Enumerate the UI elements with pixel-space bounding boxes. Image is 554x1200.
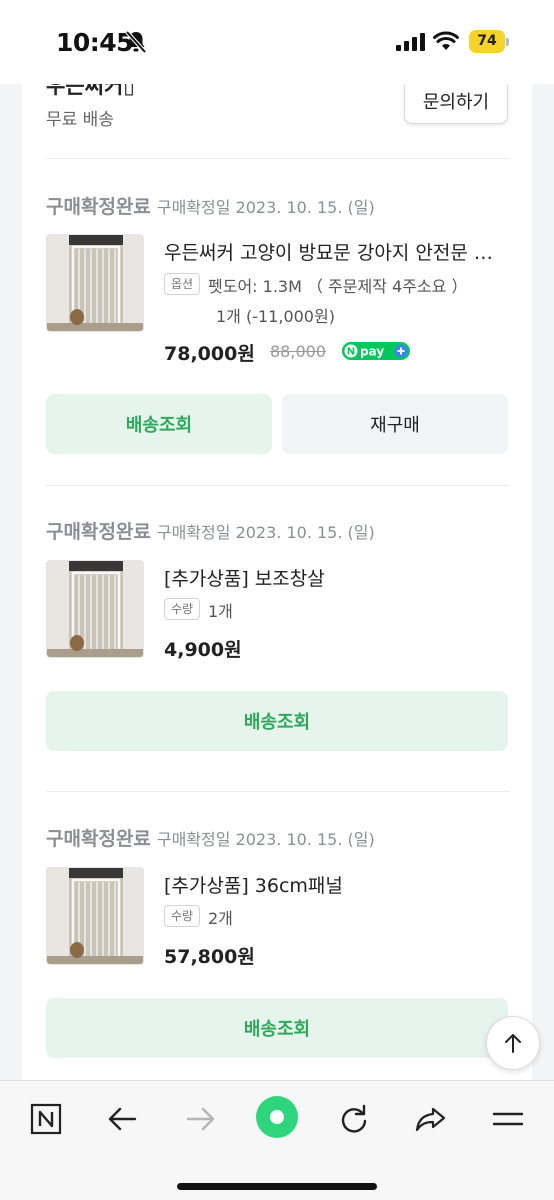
n-logo-icon[interactable] (24, 1097, 68, 1141)
seller-name: 우든써커▯ (46, 84, 135, 98)
home-circle-icon[interactable] (255, 1095, 299, 1139)
scroll-to-top-button[interactable] (486, 1016, 540, 1070)
product-thumbnail[interactable] (46, 867, 144, 965)
arrow-up-icon (505, 1034, 521, 1053)
share-icon[interactable] (409, 1097, 453, 1141)
product-price: 78,000원 (164, 343, 255, 365)
product-name[interactable]: 우든써커 고양이 방묘문 강아지 안전문 방묘문 펫도어 (164, 238, 510, 265)
browser-toolbar (0, 1080, 554, 1200)
pet-gate-image (47, 235, 143, 331)
rebuy-button[interactable]: 재구매 (282, 394, 508, 454)
pet-gate-image (47, 561, 143, 657)
shipping-info: 무료 배송 (46, 110, 114, 130)
battery-tip (506, 38, 509, 46)
product-price: 4,900원 (164, 639, 242, 661)
divider (46, 158, 510, 159)
quantity-badge: 수량 (164, 598, 201, 620)
order-header: 구매확정완료 구매확정일 2023. 10. 15. (일) (46, 517, 375, 544)
forward-arrow-icon[interactable] (178, 1097, 222, 1141)
track-delivery-button[interactable]: 배송조회 (46, 691, 508, 751)
order-confirm-date: 구매확정일 2023. 10. 15. (일) (156, 523, 375, 542)
menu-icon[interactable] (486, 1097, 530, 1141)
inquiry-button[interactable]: 문의하기 (404, 84, 508, 124)
order-status: 구매확정완료 (46, 521, 151, 543)
track-delivery-button[interactable]: 배송조회 (46, 998, 508, 1058)
product-thumbnail[interactable] (46, 234, 144, 332)
divider (46, 485, 510, 486)
product-thumbnail[interactable] (46, 560, 144, 658)
cell-signal-icon (396, 33, 425, 51)
bell-slash-icon (125, 30, 147, 54)
order-status: 구매확정완료 (46, 196, 151, 218)
order-status: 구매확정완료 (46, 828, 151, 850)
order-confirm-date: 구매확정일 2023. 10. 15. (일) (156, 830, 375, 849)
back-arrow-icon[interactable] (101, 1097, 145, 1141)
quantity-badge: 수량 (164, 905, 201, 927)
product-price: 57,800원 (164, 946, 255, 968)
battery-indicator: 74 (469, 30, 509, 53)
battery-percentage: 74 (477, 33, 497, 49)
divider (46, 791, 510, 792)
order-card: 우든써커▯ 무료 배송 문의하기 구매확정완료구매확정일 2023. 10. 1… (22, 84, 532, 1080)
refresh-icon[interactable] (332, 1097, 376, 1141)
quantity-text: 2개 (208, 909, 233, 928)
option-text: 펫도어: 1.3M （ 주문제작 4주소요 ） (208, 277, 468, 296)
svg-text:pay: pay (360, 345, 384, 359)
order-confirm-date: 구매확정일 2023. 10. 15. (일) (156, 198, 375, 217)
original-price: 88,000 (270, 342, 326, 361)
status-bar: 10:45 74 (0, 0, 554, 84)
option-quantity-text: 1개 (-11,000원) (216, 307, 335, 326)
order-header: 구매확정완료 구매확정일 2023. 10. 15. (일) (46, 824, 375, 851)
option-badge: 옵션 (164, 273, 201, 295)
product-name[interactable]: [추가상품] 보조창살 (164, 564, 510, 591)
home-indicator (177, 1183, 377, 1190)
pet-gate-image (47, 868, 143, 964)
track-delivery-button[interactable]: 배송조회 (46, 394, 272, 454)
quantity-text: 1개 (208, 602, 233, 621)
order-header: 구매확정완료 구매확정일 2023. 10. 15. (일) (46, 192, 375, 219)
status-time: 10:45 (56, 28, 134, 57)
product-name[interactable]: [추가상품] 36cm패널 (164, 871, 510, 898)
npay-plus-icon: pay (342, 342, 410, 360)
wifi-icon (433, 31, 459, 50)
